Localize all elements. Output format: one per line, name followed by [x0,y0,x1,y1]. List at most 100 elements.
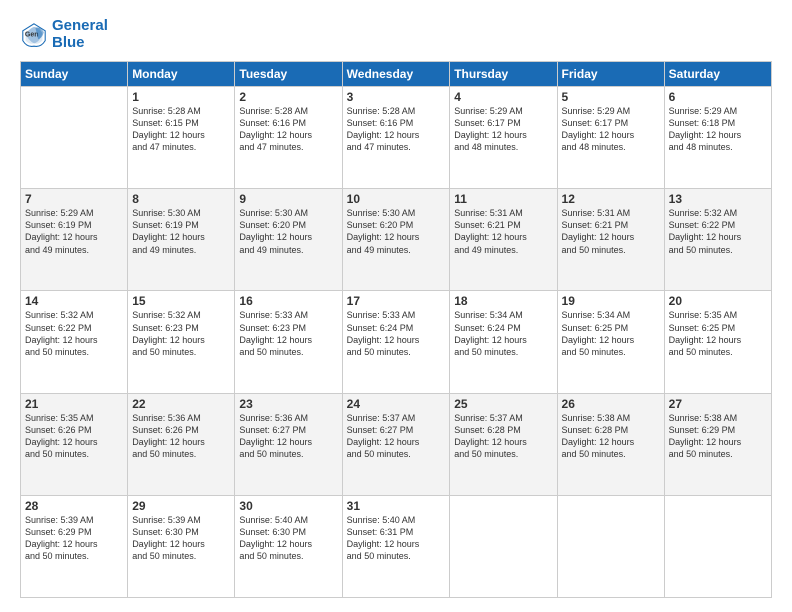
col-friday: Friday [557,62,664,87]
table-cell: 18Sunrise: 5:34 AM Sunset: 6:24 PM Dayli… [450,291,557,393]
table-cell: 30Sunrise: 5:40 AM Sunset: 6:30 PM Dayli… [235,495,342,597]
table-cell: 8Sunrise: 5:30 AM Sunset: 6:19 PM Daylig… [128,189,235,291]
table-cell: 26Sunrise: 5:38 AM Sunset: 6:28 PM Dayli… [557,393,664,495]
table-cell: 21Sunrise: 5:35 AM Sunset: 6:26 PM Dayli… [21,393,128,495]
day-number: 12 [562,192,660,206]
day-number: 5 [562,90,660,104]
table-cell: 5Sunrise: 5:29 AM Sunset: 6:17 PM Daylig… [557,87,664,189]
calendar-week-row: 14Sunrise: 5:32 AM Sunset: 6:22 PM Dayli… [21,291,772,393]
day-info: Sunrise: 5:28 AM Sunset: 6:16 PM Dayligh… [347,105,446,154]
day-info: Sunrise: 5:35 AM Sunset: 6:25 PM Dayligh… [669,309,767,358]
table-cell: 4Sunrise: 5:29 AM Sunset: 6:17 PM Daylig… [450,87,557,189]
day-number: 7 [25,192,123,206]
table-cell: 27Sunrise: 5:38 AM Sunset: 6:29 PM Dayli… [664,393,771,495]
table-cell [664,495,771,597]
day-number: 17 [347,294,446,308]
table-cell: 15Sunrise: 5:32 AM Sunset: 6:23 PM Dayli… [128,291,235,393]
day-info: Sunrise: 5:37 AM Sunset: 6:28 PM Dayligh… [454,412,552,461]
table-cell: 29Sunrise: 5:39 AM Sunset: 6:30 PM Dayli… [128,495,235,597]
day-number: 22 [132,397,230,411]
day-number: 26 [562,397,660,411]
day-info: Sunrise: 5:40 AM Sunset: 6:31 PM Dayligh… [347,514,446,563]
table-cell: 22Sunrise: 5:36 AM Sunset: 6:26 PM Dayli… [128,393,235,495]
day-info: Sunrise: 5:29 AM Sunset: 6:17 PM Dayligh… [454,105,552,154]
table-cell: 25Sunrise: 5:37 AM Sunset: 6:28 PM Dayli… [450,393,557,495]
day-number: 10 [347,192,446,206]
table-cell: 12Sunrise: 5:31 AM Sunset: 6:21 PM Dayli… [557,189,664,291]
table-cell: 11Sunrise: 5:31 AM Sunset: 6:21 PM Dayli… [450,189,557,291]
day-number: 2 [239,90,337,104]
day-info: Sunrise: 5:38 AM Sunset: 6:28 PM Dayligh… [562,412,660,461]
table-cell [21,87,128,189]
day-number: 8 [132,192,230,206]
day-number: 6 [669,90,767,104]
table-cell: 9Sunrise: 5:30 AM Sunset: 6:20 PM Daylig… [235,189,342,291]
day-info: Sunrise: 5:35 AM Sunset: 6:26 PM Dayligh… [25,412,123,461]
day-number: 9 [239,192,337,206]
day-info: Sunrise: 5:30 AM Sunset: 6:19 PM Dayligh… [132,207,230,256]
table-cell: 14Sunrise: 5:32 AM Sunset: 6:22 PM Dayli… [21,291,128,393]
day-info: Sunrise: 5:30 AM Sunset: 6:20 PM Dayligh… [239,207,337,256]
day-info: Sunrise: 5:31 AM Sunset: 6:21 PM Dayligh… [454,207,552,256]
day-info: Sunrise: 5:32 AM Sunset: 6:22 PM Dayligh… [25,309,123,358]
day-info: Sunrise: 5:40 AM Sunset: 6:30 PM Dayligh… [239,514,337,563]
day-info: Sunrise: 5:39 AM Sunset: 6:30 PM Dayligh… [132,514,230,563]
day-info: Sunrise: 5:33 AM Sunset: 6:23 PM Dayligh… [239,309,337,358]
col-monday: Monday [128,62,235,87]
day-number: 4 [454,90,552,104]
day-info: Sunrise: 5:34 AM Sunset: 6:25 PM Dayligh… [562,309,660,358]
table-cell: 28Sunrise: 5:39 AM Sunset: 6:29 PM Dayli… [21,495,128,597]
table-cell: 24Sunrise: 5:37 AM Sunset: 6:27 PM Dayli… [342,393,450,495]
day-number: 21 [25,397,123,411]
table-cell [557,495,664,597]
day-info: Sunrise: 5:33 AM Sunset: 6:24 PM Dayligh… [347,309,446,358]
day-number: 16 [239,294,337,308]
day-number: 1 [132,90,230,104]
table-cell: 20Sunrise: 5:35 AM Sunset: 6:25 PM Dayli… [664,291,771,393]
day-number: 28 [25,499,123,513]
day-number: 24 [347,397,446,411]
col-sunday: Sunday [21,62,128,87]
day-info: Sunrise: 5:30 AM Sunset: 6:20 PM Dayligh… [347,207,446,256]
col-tuesday: Tuesday [235,62,342,87]
logo: Gen GeneralBlue [20,18,108,51]
svg-text:Gen: Gen [25,31,39,38]
table-cell: 1Sunrise: 5:28 AM Sunset: 6:15 PM Daylig… [128,87,235,189]
table-cell: 16Sunrise: 5:33 AM Sunset: 6:23 PM Dayli… [235,291,342,393]
table-cell: 23Sunrise: 5:36 AM Sunset: 6:27 PM Dayli… [235,393,342,495]
logo-text: GeneralBlue [52,18,108,51]
day-info: Sunrise: 5:36 AM Sunset: 6:27 PM Dayligh… [239,412,337,461]
col-saturday: Saturday [664,62,771,87]
calendar-week-row: 7Sunrise: 5:29 AM Sunset: 6:19 PM Daylig… [21,189,772,291]
table-cell: 31Sunrise: 5:40 AM Sunset: 6:31 PM Dayli… [342,495,450,597]
col-thursday: Thursday [450,62,557,87]
day-number: 19 [562,294,660,308]
table-cell: 2Sunrise: 5:28 AM Sunset: 6:16 PM Daylig… [235,87,342,189]
day-info: Sunrise: 5:32 AM Sunset: 6:22 PM Dayligh… [669,207,767,256]
day-number: 11 [454,192,552,206]
day-info: Sunrise: 5:29 AM Sunset: 6:19 PM Dayligh… [25,207,123,256]
day-info: Sunrise: 5:28 AM Sunset: 6:15 PM Dayligh… [132,105,230,154]
table-cell [450,495,557,597]
day-number: 30 [239,499,337,513]
calendar-header-row: Sunday Monday Tuesday Wednesday Thursday… [21,62,772,87]
day-info: Sunrise: 5:36 AM Sunset: 6:26 PM Dayligh… [132,412,230,461]
table-cell: 6Sunrise: 5:29 AM Sunset: 6:18 PM Daylig… [664,87,771,189]
table-cell: 3Sunrise: 5:28 AM Sunset: 6:16 PM Daylig… [342,87,450,189]
day-number: 27 [669,397,767,411]
day-info: Sunrise: 5:37 AM Sunset: 6:27 PM Dayligh… [347,412,446,461]
header: Gen GeneralBlue [20,18,772,51]
logo-icon: Gen [20,21,48,49]
calendar-week-row: 21Sunrise: 5:35 AM Sunset: 6:26 PM Dayli… [21,393,772,495]
day-number: 25 [454,397,552,411]
table-cell: 13Sunrise: 5:32 AM Sunset: 6:22 PM Dayli… [664,189,771,291]
day-info: Sunrise: 5:39 AM Sunset: 6:29 PM Dayligh… [25,514,123,563]
table-cell: 10Sunrise: 5:30 AM Sunset: 6:20 PM Dayli… [342,189,450,291]
day-info: Sunrise: 5:29 AM Sunset: 6:18 PM Dayligh… [669,105,767,154]
table-cell: 17Sunrise: 5:33 AM Sunset: 6:24 PM Dayli… [342,291,450,393]
calendar-table: Sunday Monday Tuesday Wednesday Thursday… [20,61,772,598]
day-number: 3 [347,90,446,104]
day-number: 15 [132,294,230,308]
day-info: Sunrise: 5:28 AM Sunset: 6:16 PM Dayligh… [239,105,337,154]
col-wednesday: Wednesday [342,62,450,87]
